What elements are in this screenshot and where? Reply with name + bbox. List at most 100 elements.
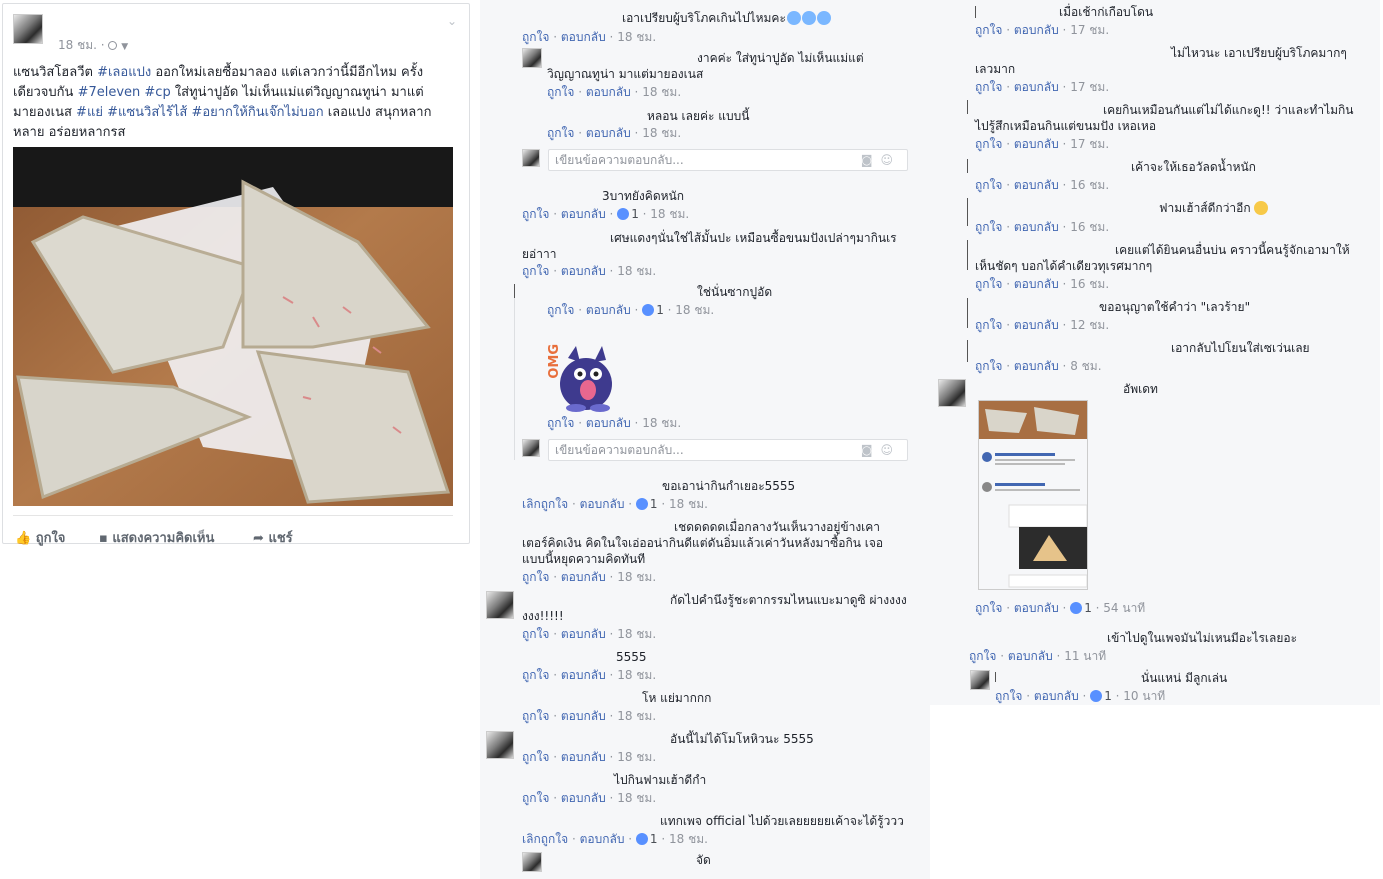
smiley-icon[interactable]: ☺ bbox=[880, 443, 901, 457]
comment-time[interactable]: 18 ชม. bbox=[650, 207, 689, 221]
like-link[interactable]: ถูกใจ bbox=[547, 126, 574, 140]
like-link[interactable]: ถูกใจ bbox=[975, 318, 1002, 332]
like-link[interactable]: ถูกใจ bbox=[522, 264, 549, 278]
like-button[interactable]: 👍 ถูกใจ bbox=[15, 527, 65, 548]
comment-time[interactable]: 18 ชม. bbox=[617, 668, 656, 682]
comment-time[interactable]: 54 นาที bbox=[1103, 601, 1145, 615]
comment-time[interactable]: 18 ชม. bbox=[642, 126, 681, 140]
reply-link[interactable]: ตอบกลับ bbox=[561, 709, 606, 723]
comment-time[interactable]: 18 ชม. bbox=[675, 303, 714, 317]
share-button[interactable]: ➦ แชร์ bbox=[253, 527, 293, 548]
post-time[interactable]: 18 ชม. bbox=[58, 38, 97, 52]
like-link[interactable]: ถูกใจ bbox=[522, 207, 549, 221]
reply-link[interactable]: ตอบกลับ bbox=[561, 30, 606, 44]
commenter-avatar[interactable] bbox=[522, 48, 542, 68]
comment-time[interactable]: 16 ชม. bbox=[1070, 277, 1109, 291]
reply-link[interactable]: ตอบกลับ bbox=[1014, 220, 1059, 234]
reply-link[interactable]: ตอบกลับ bbox=[580, 497, 625, 511]
reply-link[interactable]: ตอบกลับ bbox=[561, 570, 606, 584]
reaction-count[interactable]: 1 bbox=[1104, 689, 1112, 703]
reply-input[interactable]: เขียนข้อความตอบกลับ... ◙☺ bbox=[548, 149, 908, 171]
comment-time[interactable]: 18 ชม. bbox=[642, 416, 681, 430]
like-link[interactable]: ถูกใจ bbox=[995, 689, 1022, 703]
like-link[interactable]: ถูกใจ bbox=[547, 85, 574, 99]
smiley-icon[interactable]: ☺ bbox=[880, 153, 901, 167]
comment-time[interactable]: 17 ชม. bbox=[1070, 80, 1109, 94]
reply-link[interactable]: ตอบกลับ bbox=[1034, 689, 1079, 703]
like-link[interactable]: ถูกใจ bbox=[975, 178, 1002, 192]
unlike-link[interactable]: เลิกถูกใจ bbox=[522, 832, 568, 846]
reply-link[interactable]: ตอบกลับ bbox=[1014, 137, 1059, 151]
comment-time[interactable]: 18 ชม. bbox=[669, 497, 708, 511]
commenter-avatar[interactable] bbox=[486, 731, 514, 759]
comment-time[interactable]: 18 ชม. bbox=[617, 570, 656, 584]
reply-link[interactable]: ตอบกลับ bbox=[1014, 178, 1059, 192]
comment-time[interactable]: 18 ชม. bbox=[617, 791, 656, 805]
reply-input[interactable]: เขียนข้อความตอบกลับ... ◙☺ bbox=[548, 439, 908, 461]
reply-link[interactable]: ตอบกลับ bbox=[1014, 318, 1059, 332]
comment-time[interactable]: 12 ชม. bbox=[1070, 318, 1109, 332]
like-link[interactable]: ถูกใจ bbox=[522, 570, 549, 584]
like-reaction-icon[interactable] bbox=[635, 498, 648, 510]
like-link[interactable]: ถูกใจ bbox=[522, 30, 549, 44]
reply-link[interactable]: ตอบกลับ bbox=[561, 207, 606, 221]
like-link[interactable]: ถูกใจ bbox=[522, 791, 549, 805]
hashtag-link[interactable]: #เลอแปง bbox=[97, 65, 151, 80]
comment-time[interactable]: 18 ชม. bbox=[617, 750, 656, 764]
reply-link[interactable]: ตอบกลับ bbox=[1014, 601, 1059, 615]
reply-link[interactable]: ตอบกลับ bbox=[586, 126, 631, 140]
commenter-avatar[interactable] bbox=[938, 379, 966, 407]
globe-icon[interactable] bbox=[108, 41, 118, 50]
reply-link[interactable]: ตอบกลับ bbox=[1008, 649, 1053, 663]
like-link[interactable]: ถูกใจ bbox=[975, 80, 1002, 94]
like-link[interactable]: ถูกใจ bbox=[975, 359, 1002, 373]
comment-time[interactable]: 17 ชม. bbox=[1070, 23, 1109, 37]
like-reaction-icon[interactable] bbox=[617, 208, 630, 220]
reply-link[interactable]: ตอบกลับ bbox=[1014, 277, 1059, 291]
reply-link[interactable]: ตอบกลับ bbox=[561, 791, 606, 805]
comment-time[interactable]: 8 ชม. bbox=[1070, 359, 1101, 373]
like-link[interactable]: ถูกใจ bbox=[975, 220, 1002, 234]
like-link[interactable]: ถูกใจ bbox=[969, 649, 996, 663]
comment-time[interactable]: 10 นาที bbox=[1123, 689, 1165, 703]
reply-link[interactable]: ตอบกลับ bbox=[586, 85, 631, 99]
unlike-link[interactable]: เลิกถูกใจ bbox=[522, 497, 568, 511]
like-link[interactable]: ถูกใจ bbox=[547, 303, 574, 317]
comment-time[interactable]: 18 ชม. bbox=[642, 85, 681, 99]
commenter-avatar[interactable] bbox=[486, 591, 514, 619]
comment-time[interactable]: 18 ชม. bbox=[617, 264, 656, 278]
reply-link[interactable]: ตอบกลับ bbox=[561, 264, 606, 278]
comment-button[interactable]: ▪ แสดงความคิดเห็น bbox=[99, 527, 214, 548]
like-reaction-icon[interactable] bbox=[1090, 690, 1103, 702]
like-reaction-icon[interactable] bbox=[1070, 602, 1083, 614]
reply-link[interactable]: ตอบกลับ bbox=[561, 627, 606, 641]
like-link[interactable]: ถูกใจ bbox=[522, 750, 549, 764]
comment-time[interactable]: 17 ชม. bbox=[1070, 137, 1109, 151]
like-reaction-icon[interactable] bbox=[642, 304, 655, 316]
like-reaction-icon[interactable] bbox=[635, 833, 648, 845]
reply-link[interactable]: ตอบกลับ bbox=[1014, 359, 1059, 373]
hashtag-link[interactable]: #แย่ bbox=[76, 105, 103, 120]
like-link[interactable]: ถูกใจ bbox=[975, 277, 1002, 291]
reaction-count[interactable]: 1 bbox=[1084, 601, 1092, 615]
comment-time[interactable]: 16 ชม. bbox=[1070, 178, 1109, 192]
like-link[interactable]: ถูกใจ bbox=[975, 601, 1002, 615]
omg-sticker[interactable]: OMG bbox=[546, 340, 616, 412]
post-photo[interactable] bbox=[13, 147, 453, 506]
post-author-avatar[interactable] bbox=[13, 14, 43, 44]
comment-time[interactable]: 16 ชม. bbox=[1070, 220, 1109, 234]
hashtag-link[interactable]: #อยากให้กินเจ๊กไม่บอก bbox=[191, 105, 323, 120]
like-link[interactable]: ถูกใจ bbox=[547, 416, 574, 430]
reply-link[interactable]: ตอบกลับ bbox=[1014, 80, 1059, 94]
hashtag-link[interactable]: #7eleven bbox=[78, 85, 141, 100]
reply-link[interactable]: ตอบกลับ bbox=[580, 832, 625, 846]
reaction-count[interactable]: 1 bbox=[650, 832, 658, 846]
chevron-down-icon[interactable]: ▼ bbox=[121, 42, 128, 52]
post-options-chevron-icon[interactable]: ⌄ bbox=[447, 14, 457, 28]
like-link[interactable]: ถูกใจ bbox=[522, 627, 549, 641]
like-link[interactable]: ถูกใจ bbox=[522, 668, 549, 682]
hashtag-link[interactable]: #แซนวิสไร้ไส้ bbox=[107, 105, 187, 120]
commenter-avatar[interactable] bbox=[970, 670, 990, 690]
like-link[interactable]: ถูกใจ bbox=[975, 137, 1002, 151]
reaction-count[interactable]: 1 bbox=[656, 303, 664, 317]
